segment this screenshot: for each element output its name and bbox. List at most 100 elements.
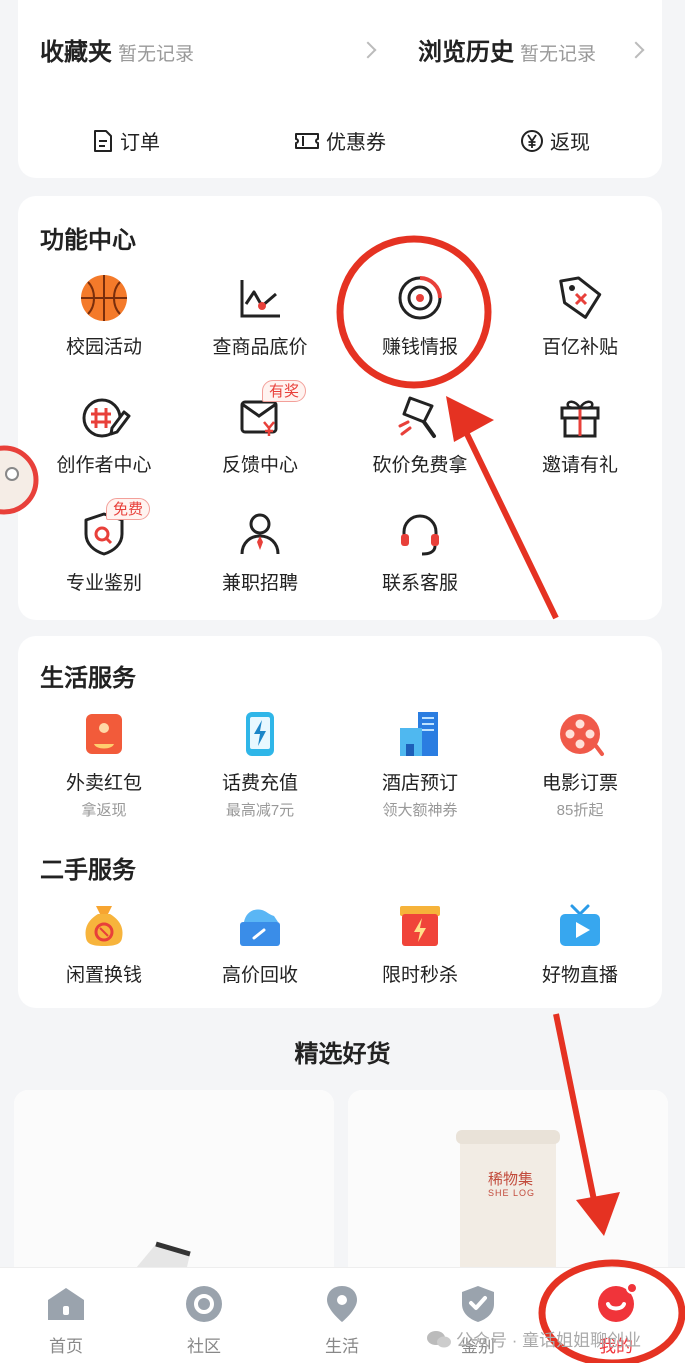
func-feedback[interactable]: 有奖 反馈中心: [180, 380, 340, 477]
life-label: 话费充值: [221, 773, 298, 794]
favorites-status: 暂无记录: [118, 44, 195, 65]
func-campus-activity[interactable]: 校园活动: [24, 270, 184, 359]
func-label: 反馈中心: [221, 455, 298, 476]
second-hand-label: 高价回收: [221, 965, 298, 986]
life-label: 电影订票: [541, 773, 618, 794]
location-pin-icon: [327, 1286, 357, 1322]
creator-pen-icon: [82, 398, 131, 438]
nav-community[interactable]: 社区: [144, 1282, 264, 1357]
quick-link-orders[interactable]: 订单: [92, 126, 160, 155]
second-hand-flash-sale[interactable]: 限时秒杀: [340, 898, 500, 987]
quick-link-cashback[interactable]: 返现: [520, 126, 590, 155]
nav-label: 生活: [325, 1337, 359, 1356]
community-icon: [186, 1286, 222, 1322]
second-hand-label: 限时秒杀: [381, 965, 458, 986]
watermark: 公众号 · 童话姐姐聊创业: [426, 1326, 641, 1351]
func-label: 邀请有礼: [541, 455, 618, 476]
badge-free: 免费: [106, 498, 151, 520]
life-label: 酒店预订: [381, 773, 458, 794]
wechat-icon: [427, 1330, 451, 1347]
life-services-card: 生活服务 外卖红包 拿返现 话费充值 最高减7元 酒店预订 领大额神券 电影订票…: [18, 636, 662, 1008]
second-hand-live[interactable]: 好物直播: [500, 898, 660, 987]
life-takeout-coupon[interactable]: 外卖红包 拿返现: [24, 706, 184, 820]
second-hand-label: 闲置换钱: [65, 965, 142, 986]
func-authentication[interactable]: 免费 专业鉴别: [24, 498, 184, 595]
smile-face-icon: [598, 1282, 638, 1322]
func-money-intel[interactable]: 赚钱情报: [340, 270, 500, 359]
function-center-card: 功能中心 校园活动 查商品底价 赚钱情报 百亿补贴 创作者中心 有奖 反馈中心 …: [18, 196, 662, 620]
second-hand-recycle[interactable]: 高价回收: [180, 898, 340, 987]
chevron-right-icon[interactable]: [627, 41, 645, 59]
axe-icon: [398, 396, 436, 438]
life-hotel-booking[interactable]: 酒店预订 领大额神券: [340, 706, 500, 820]
history-title: 浏览历史: [418, 39, 514, 66]
floating-mascot[interactable]: [0, 440, 40, 520]
func-subsidy[interactable]: 百亿补贴: [500, 270, 660, 359]
phone-bolt-icon: [246, 712, 274, 756]
func-label: 校园活动: [65, 337, 142, 358]
price-chart-icon: [240, 280, 280, 318]
func-label: 赚钱情报: [381, 337, 458, 358]
func-creator-center[interactable]: 创作者中心: [24, 388, 184, 477]
life-sub: 领大额神券: [382, 802, 458, 819]
hotel-icon: [400, 712, 438, 756]
shoe-box-icon: [240, 909, 280, 946]
shield-check-icon: [462, 1286, 494, 1322]
func-label: 创作者中心: [56, 455, 152, 476]
product-card[interactable]: 稀物集 SHE LOG: [348, 1090, 668, 1280]
nav-life[interactable]: 生活: [282, 1282, 402, 1357]
flash-box-icon: [400, 906, 440, 946]
nav-label: 社区: [187, 1337, 221, 1356]
product-image: [14, 1090, 334, 1280]
money-bag-icon: [85, 906, 123, 946]
quick-link-label: 订单: [120, 132, 160, 154]
favorites-title: 收藏夹: [40, 39, 112, 66]
func-bargain-free[interactable]: 砍价免费拿: [340, 388, 500, 477]
nav-label: 首页: [49, 1337, 83, 1356]
gift-icon: [560, 400, 600, 438]
life-label: 外卖红包: [65, 773, 142, 794]
func-label: 砍价免费拿: [372, 455, 468, 476]
headset-icon: [401, 514, 439, 556]
history-entry[interactable]: 浏览历史 暂无记录: [418, 32, 596, 67]
life-movie-tickets[interactable]: 电影订票 85折起: [500, 706, 660, 820]
chevron-right-icon[interactable]: [359, 41, 377, 59]
watermark-text: 公众号 · 童话姐姐聊创业: [456, 1331, 642, 1350]
coupon-icon: [295, 132, 319, 149]
func-label: 联系客服: [381, 573, 458, 594]
tv-play-icon: [560, 904, 600, 946]
person-tie-icon: [240, 513, 280, 555]
section-title-function-center: 功能中心: [40, 227, 136, 254]
func-customer-service[interactable]: 联系客服: [340, 506, 500, 595]
quick-link-label: 优惠券: [326, 132, 386, 154]
radar-icon: [398, 276, 442, 320]
section-title-second-hand: 二手服务: [40, 857, 136, 884]
takeout-icon: [86, 714, 122, 754]
home-icon: [48, 1288, 84, 1320]
product-brand: 稀物集: [488, 1170, 534, 1188]
film-reel-icon: [560, 714, 604, 756]
yen-icon: [521, 129, 543, 152]
quick-link-label: 返现: [550, 132, 590, 154]
favorites-entry[interactable]: 收藏夹 暂无记录: [40, 32, 194, 67]
life-sub: 85折起: [556, 802, 604, 819]
history-status: 暂无记录: [520, 44, 597, 65]
order-icon: [94, 129, 112, 152]
second-hand-label: 好物直播: [541, 965, 618, 986]
second-hand-sell-idle[interactable]: 闲置换钱: [24, 898, 184, 987]
product-card[interactable]: [14, 1090, 334, 1280]
func-part-time-jobs[interactable]: 兼职招聘: [180, 506, 340, 595]
quick-link-coupons[interactable]: 优惠券: [294, 126, 386, 155]
func-check-price[interactable]: 查商品底价: [180, 270, 340, 359]
life-phone-topup[interactable]: 话费充值 最高减7元: [180, 706, 340, 820]
func-label: 百亿补贴: [541, 337, 618, 358]
price-tag-icon: [559, 276, 602, 319]
product-brand-en: SHE LOG: [488, 1188, 536, 1198]
func-invite-gift[interactable]: 邀请有礼: [500, 388, 660, 477]
top-card: 收藏夹 暂无记录 浏览历史 暂无记录 订单 优惠券 返现: [18, 0, 662, 178]
nav-home[interactable]: 首页: [6, 1282, 126, 1357]
func-label: 专业鉴别: [65, 573, 142, 594]
basketball-icon: [81, 275, 127, 321]
section-title-life-services: 生活服务: [40, 665, 136, 692]
life-sub: 最高减7元: [225, 802, 295, 819]
